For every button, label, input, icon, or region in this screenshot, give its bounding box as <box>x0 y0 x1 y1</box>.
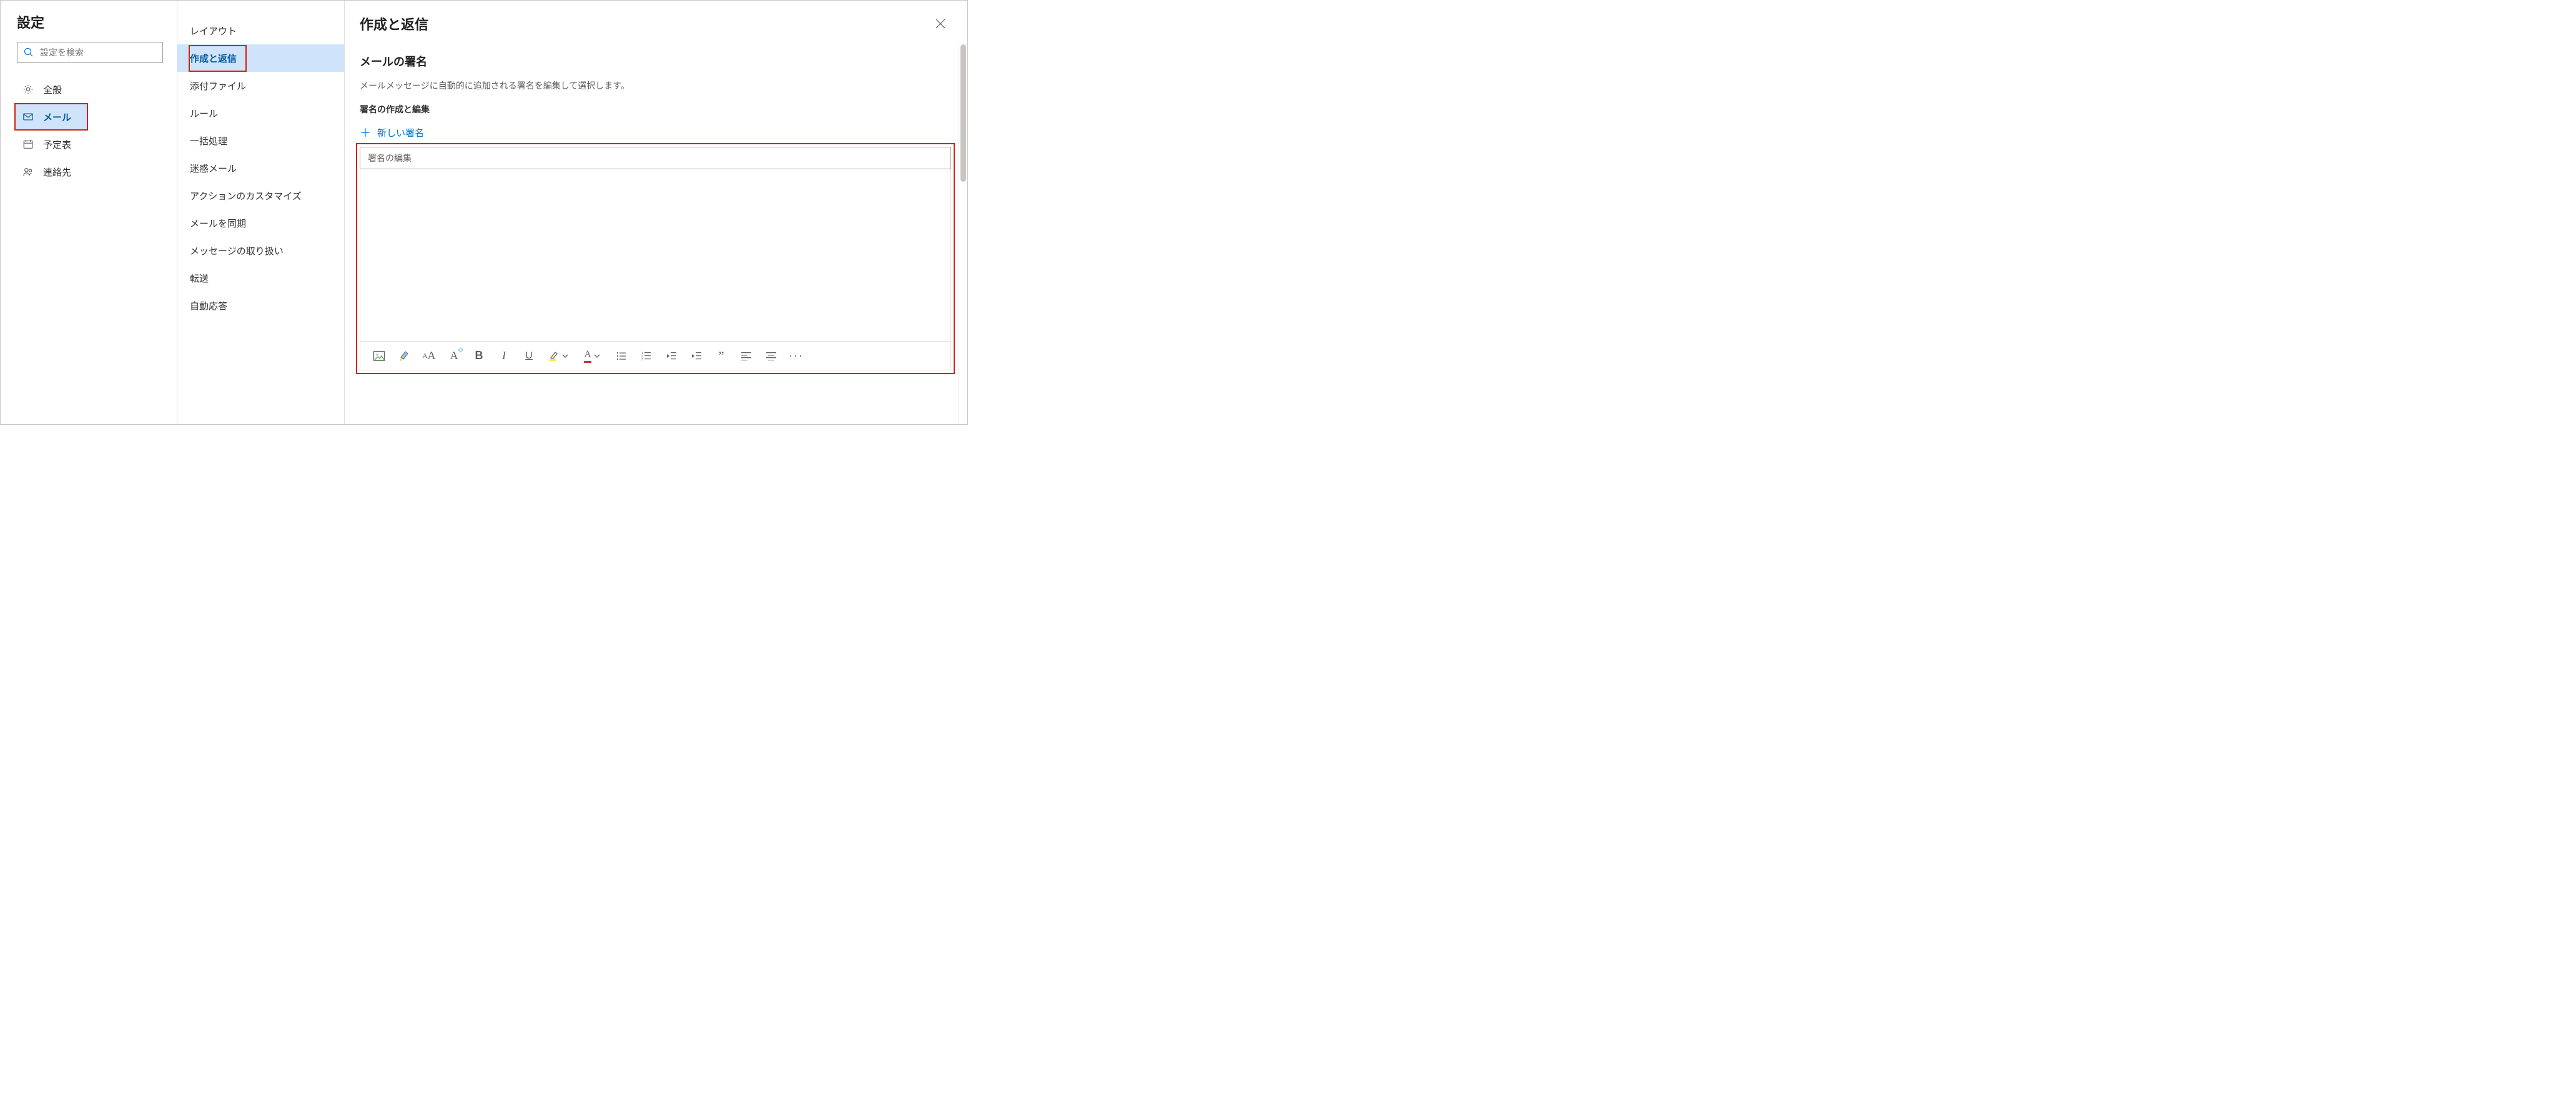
subcategory-item-rules[interactable]: ルール <box>177 99 344 127</box>
toolbar-formatpaint-button[interactable] <box>393 345 415 367</box>
category-label: 全般 <box>43 83 62 96</box>
mail-icon <box>22 111 34 122</box>
toolbar-aligncenter-button[interactable] <box>760 345 782 367</box>
clear-format-icon: A◇ <box>450 349 458 362</box>
subcategory-item-handling[interactable]: メッセージの取り扱い <box>177 237 344 264</box>
main-content: 作成と返信 メールの署名 メールメッセージに自動的に追加される署名を編集して選択… <box>345 1 967 424</box>
underline-icon: U <box>525 350 533 362</box>
main-header: 作成と返信 <box>360 13 951 34</box>
signature-edit-label: 署名の作成と編集 <box>360 103 951 116</box>
toolbar-underline-button[interactable]: U <box>518 345 540 367</box>
subcategory-item-layout[interactable]: レイアウト <box>177 17 344 44</box>
category-item-people[interactable]: 連絡先 <box>1 158 177 186</box>
number-list-icon: 123 <box>641 351 652 361</box>
toolbar-quote-button[interactable]: ” <box>710 345 733 367</box>
signature-heading: メールの署名 <box>360 53 951 69</box>
indent-icon <box>691 351 702 361</box>
subcategory-label: アクションのカスタマイズ <box>190 189 302 202</box>
search-icon <box>24 47 34 57</box>
bold-icon: B <box>475 349 483 362</box>
signature-editor: AA A◇ B I U A 123 ” ··· <box>360 147 951 370</box>
subcategory-item-forwarding[interactable]: 転送 <box>177 264 344 292</box>
font-color-icon: A <box>584 349 591 363</box>
subcategory-item-custom-actions[interactable]: アクションのカスタマイズ <box>177 182 344 209</box>
subcategory-label: メールを同期 <box>190 217 246 230</box>
toolbar-image-button[interactable] <box>368 345 390 367</box>
subcategory-item-sync[interactable]: メールを同期 <box>177 209 344 237</box>
toolbar-fontcolor-button[interactable]: A <box>576 345 608 367</box>
subcategory-label: 一括処理 <box>190 134 227 147</box>
toolbar-bullets-button[interactable] <box>610 345 633 367</box>
search-input[interactable] <box>40 47 156 57</box>
toolbar-bold-button[interactable]: B <box>468 345 490 367</box>
toolbar-clearformat-button[interactable]: A◇ <box>443 345 465 367</box>
subcategory-item-autoreply[interactable]: 自動応答 <box>177 292 344 319</box>
settings-title: 設定 <box>1 1 177 41</box>
outdent-icon <box>666 351 677 361</box>
signature-body-editor[interactable] <box>360 169 951 342</box>
subcategory-item-junk[interactable]: 迷惑メール <box>177 154 344 182</box>
close-icon <box>935 19 945 29</box>
subcategory-item-sweep[interactable]: 一括処理 <box>177 127 344 154</box>
toolbar-outdent-button[interactable] <box>660 345 683 367</box>
gear-icon <box>22 84 34 95</box>
category-sidebar: 設定 全般メール予定表連絡先 <box>1 1 177 424</box>
chevron-down-icon <box>560 351 568 361</box>
add-signature-button[interactable]: ＋ 新しい署名 <box>360 124 951 141</box>
subcategory-label: 自動応答 <box>190 299 227 312</box>
category-label: メール <box>43 111 71 124</box>
toolbar-more-button[interactable]: ··· <box>785 345 807 367</box>
add-signature-label: 新しい署名 <box>377 126 424 139</box>
format-painter-icon <box>398 350 410 362</box>
toolbar-indent-button[interactable] <box>685 345 708 367</box>
scrollbar[interactable] <box>959 44 967 424</box>
toolbar-alignleft-button[interactable] <box>735 345 758 367</box>
italic-icon: I <box>502 349 506 362</box>
category-item-mail[interactable]: メール <box>14 103 88 131</box>
subcategory-label: 迷惑メール <box>190 162 237 175</box>
signature-description: メールメッセージに自動的に追加される署名を編集して選択します。 <box>360 79 951 92</box>
toolbar-highlight-button[interactable] <box>543 345 574 367</box>
toolbar-fontsize-button[interactable]: AA <box>418 345 440 367</box>
subcategory-label: 添付ファイル <box>190 79 246 92</box>
subcategory-item-attachments[interactable]: 添付ファイル <box>177 72 344 99</box>
subcategory-label: レイアウト <box>190 24 237 37</box>
category-item-general[interactable]: 全般 <box>1 76 177 103</box>
page-title: 作成と返信 <box>360 14 428 34</box>
subcategory-sidebar: レイアウト作成と返信添付ファイルルール一括処理迷惑メールアクションのカスタマイズ… <box>177 1 345 424</box>
editor-toolbar: AA A◇ B I U A 123 ” ··· <box>360 342 951 370</box>
align-center-icon <box>766 352 777 360</box>
bullet-list-icon <box>616 351 627 361</box>
category-label: 連絡先 <box>43 166 71 179</box>
toolbar-italic-button[interactable]: I <box>493 345 515 367</box>
subcategory-label: 転送 <box>190 272 209 285</box>
subcategory-label: 作成と返信 <box>190 54 237 64</box>
subcategory-label: メッセージの取り扱い <box>190 244 284 257</box>
svg-text:3: 3 <box>641 358 643 361</box>
signature-name-input[interactable] <box>360 147 951 169</box>
close-button[interactable] <box>930 13 951 34</box>
plus-icon: ＋ <box>360 124 371 141</box>
subcategory-label: ルール <box>190 107 218 120</box>
font-size-icon: AA <box>423 349 436 362</box>
image-icon <box>373 350 385 362</box>
more-icon: ··· <box>789 349 804 362</box>
search-box[interactable] <box>17 42 163 63</box>
category-list: 全般メール予定表連絡先 <box>1 76 177 186</box>
toolbar-numbering-button[interactable]: 123 <box>635 345 658 367</box>
scrollbar-thumb[interactable] <box>960 44 966 182</box>
align-left-icon <box>741 352 752 360</box>
people-icon <box>22 166 34 177</box>
subcategory-item-compose-reply[interactable]: 作成と返信 <box>177 44 344 72</box>
category-label: 予定表 <box>43 138 71 151</box>
chevron-down-icon <box>591 351 600 361</box>
category-item-calendar[interactable]: 予定表 <box>1 131 177 158</box>
settings-window: 設定 全般メール予定表連絡先 レイアウト作成と返信添付ファイルルール一括処理迷惑… <box>0 0 968 425</box>
highlight-icon <box>548 350 560 362</box>
calendar-icon <box>22 139 34 150</box>
